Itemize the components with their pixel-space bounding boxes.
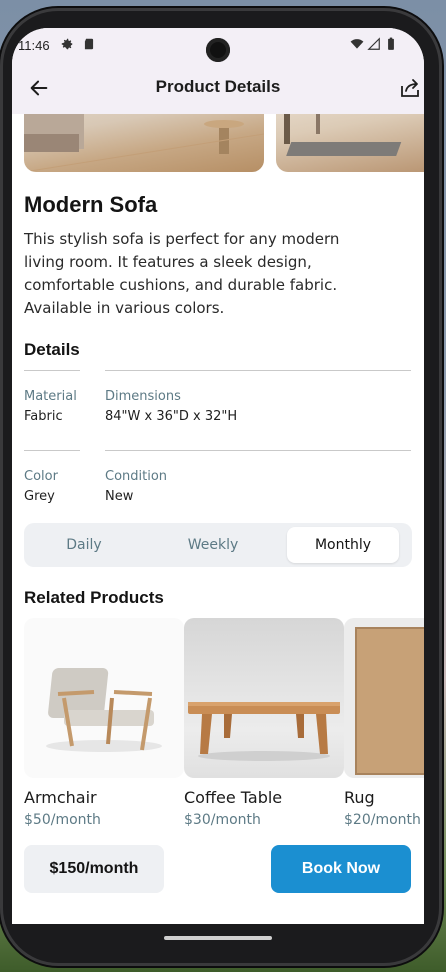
detail-value-color: Grey (24, 489, 55, 504)
divider (105, 450, 411, 451)
rug-photo (355, 627, 424, 775)
detail-value-condition: New (105, 489, 134, 504)
related-product-card[interactable]: Armchair $50/month (24, 618, 184, 828)
related-product-price: $30/month (184, 812, 261, 828)
coffee-table-image (184, 618, 344, 778)
app-bar: Product Details (12, 64, 424, 114)
home-gesture-handle[interactable] (164, 936, 272, 940)
wifi-icon (350, 39, 364, 49)
sd-card-icon (84, 38, 94, 50)
share-icon[interactable] (398, 76, 422, 100)
detail-value-dimensions: 84"W x 36"D x 32"H (105, 409, 238, 424)
page-title: Product Details (155, 77, 281, 96)
related-product-name: Armchair (24, 788, 97, 807)
product-image[interactable] (276, 114, 424, 172)
detail-label-dimensions: Dimensions (105, 389, 181, 404)
signal-icon (367, 37, 380, 50)
living-room-photo (284, 114, 402, 156)
product-description: This stylish sofa is perfect for any mod… (24, 230, 340, 317)
armchair-image (24, 618, 184, 778)
product-name: Modern Sofa (24, 192, 158, 217)
rug-image (344, 618, 424, 778)
front-camera (206, 38, 230, 62)
period-option-monthly[interactable]: Monthly (287, 527, 399, 563)
product-image[interactable] (24, 114, 264, 172)
battery-icon (388, 37, 394, 50)
coffee-table-photo (188, 702, 340, 761)
detail-label-material: Material (24, 389, 77, 404)
related-product-card[interactable]: Coffee Table $30/month (184, 618, 344, 828)
book-now-button[interactable]: Book Now (271, 845, 411, 893)
detail-value-material: Fabric (24, 409, 63, 424)
related-product-name: Coffee Table (184, 788, 283, 807)
period-option-daily[interactable]: Daily (28, 527, 140, 563)
related-product-name: Rug (344, 788, 375, 807)
product-image-gallery[interactable] (12, 114, 424, 174)
status-bar: 11:46 (12, 28, 424, 64)
divider (105, 370, 411, 371)
settings-icon (61, 38, 73, 50)
details-heading: Details (24, 340, 80, 359)
related-product-price: $50/month (24, 812, 101, 828)
rental-period-selector: Daily Weekly Monthly (24, 523, 412, 567)
divider (24, 450, 80, 451)
period-option-weekly[interactable]: Weekly (157, 527, 269, 563)
related-products-list[interactable]: Armchair $50/month Coffee Table $30/mont… (12, 618, 424, 838)
living-room-photo (24, 114, 264, 172)
divider (24, 370, 80, 371)
related-products-heading: Related Products (24, 588, 164, 607)
status-time: 11:46 (18, 38, 50, 53)
related-product-price: $20/month (344, 812, 421, 828)
screen: 11:46 Product Details Modern Sofa This s… (12, 28, 424, 924)
armchair-photo (46, 668, 162, 752)
related-product-card[interactable]: Rug $20/month (344, 618, 424, 828)
phone-frame: 11:46 Product Details Modern Sofa This s… (0, 8, 442, 966)
detail-label-color: Color (24, 469, 58, 484)
detail-label-condition: Condition (105, 469, 168, 484)
total-price-button[interactable]: $150/month (24, 845, 164, 893)
